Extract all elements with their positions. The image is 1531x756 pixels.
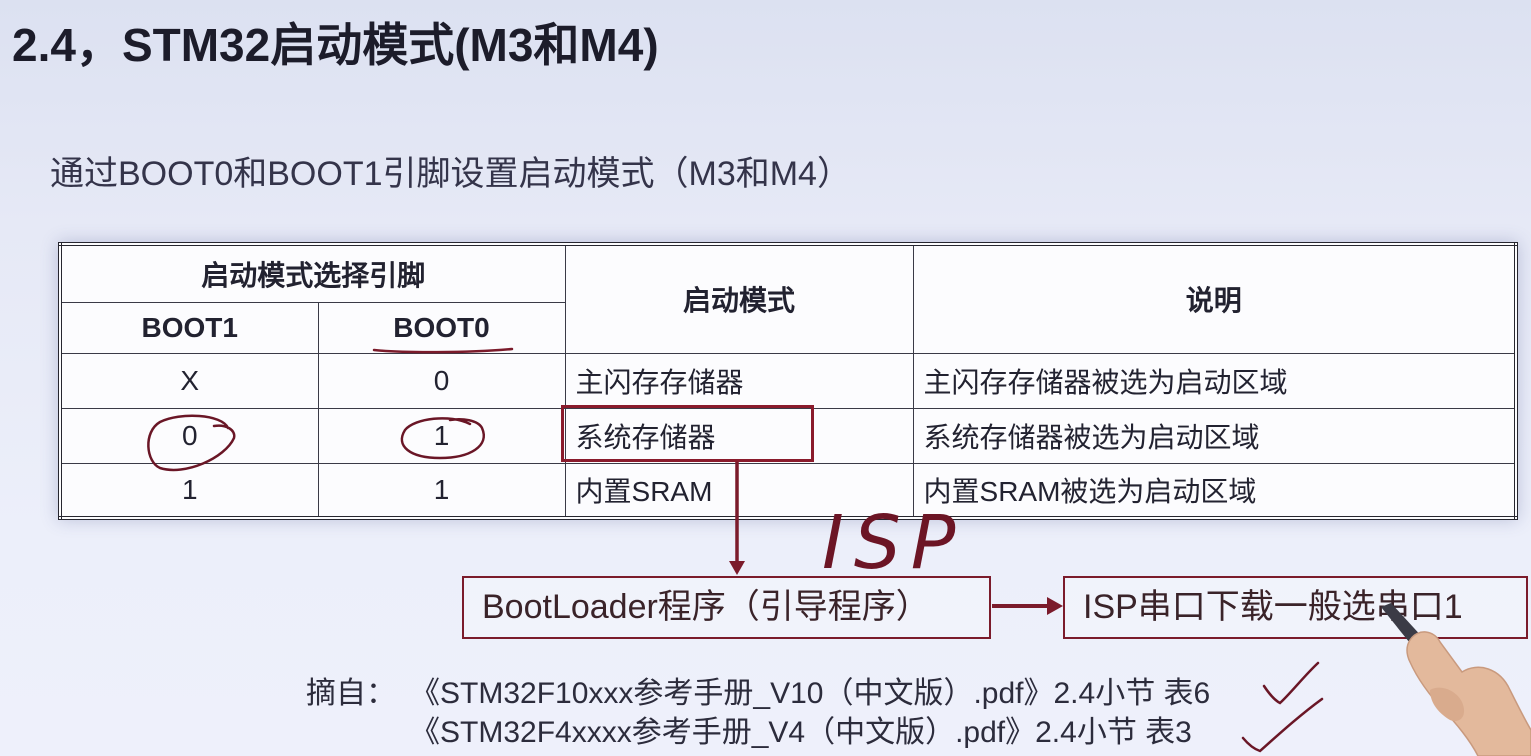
source-prefix: 摘自：: [306, 677, 396, 710]
boot1-cell: X: [59, 352, 319, 409]
pin-select-header: 启动模式选择引脚: [59, 243, 566, 303]
boot0-cell: 1: [317, 462, 566, 519]
finger-shape: [1430, 687, 1465, 722]
hand-shape: [1406, 631, 1531, 756]
arrow-right-icon: [992, 597, 1063, 615]
boot-mode-table: 启动模式选择引脚 启动模式 说明 BOOT1 BOOT0 X 0 主闪存存储器 …: [58, 242, 1519, 520]
description-cell: 内置SRAM被选为启动区域: [912, 462, 1517, 519]
boot0-cell: 0: [317, 352, 566, 409]
description-cell: 主闪存存储器被选为启动区域: [912, 352, 1517, 409]
boot0-cell: 1: [317, 407, 566, 464]
table-row: X 0 主闪存存储器 主闪存存储器被选为启动区域: [59, 352, 1517, 409]
source-reference: 《STM32F4xxxx参考手册_V4（中文版）.pdf》2.4小节 表3: [410, 716, 1192, 749]
boot-mode-cell: 主闪存存储器: [564, 352, 914, 409]
description-header: 说明: [912, 243, 1517, 354]
checkmark-icon: [1241, 697, 1324, 753]
boot1-header: BOOT1: [59, 301, 319, 354]
boot0-header: BOOT0: [317, 301, 566, 354]
isp-download-box: ISP串口下载一般选串口1: [1063, 576, 1528, 639]
table-header-row: 启动模式选择引脚 启动模式 说明: [59, 243, 1517, 354]
table-row: 1 1 内置SRAM 内置SRAM被选为启动区域: [59, 462, 1517, 519]
page-title: 2.4，STM32启动模式(M3和M4): [12, 19, 659, 71]
boot-mode-cell: 内置SRAM: [564, 462, 914, 519]
description-cell: 系统存储器被选为启动区域: [912, 407, 1517, 464]
system-memory-highlight-box: [561, 405, 814, 462]
boot1-cell: 1: [59, 462, 319, 519]
slide: 2.4，STM32启动模式(M3和M4) 通过BOOT0和BOOT1引脚设置启动…: [0, 0, 1531, 756]
bootloader-box: BootLoader程序（引导程序）: [462, 576, 991, 639]
checkmark-icon: [1262, 661, 1320, 705]
boot-mode-header: 启动模式: [564, 243, 914, 354]
page-subtitle: 通过BOOT0和BOOT1引脚设置启动模式（M3和M4）: [50, 155, 851, 193]
source-reference: 《STM32F10xxx参考手册_V10（中文版）.pdf》2.4小节 表6: [410, 677, 1211, 710]
boot1-cell: 0: [59, 407, 319, 464]
